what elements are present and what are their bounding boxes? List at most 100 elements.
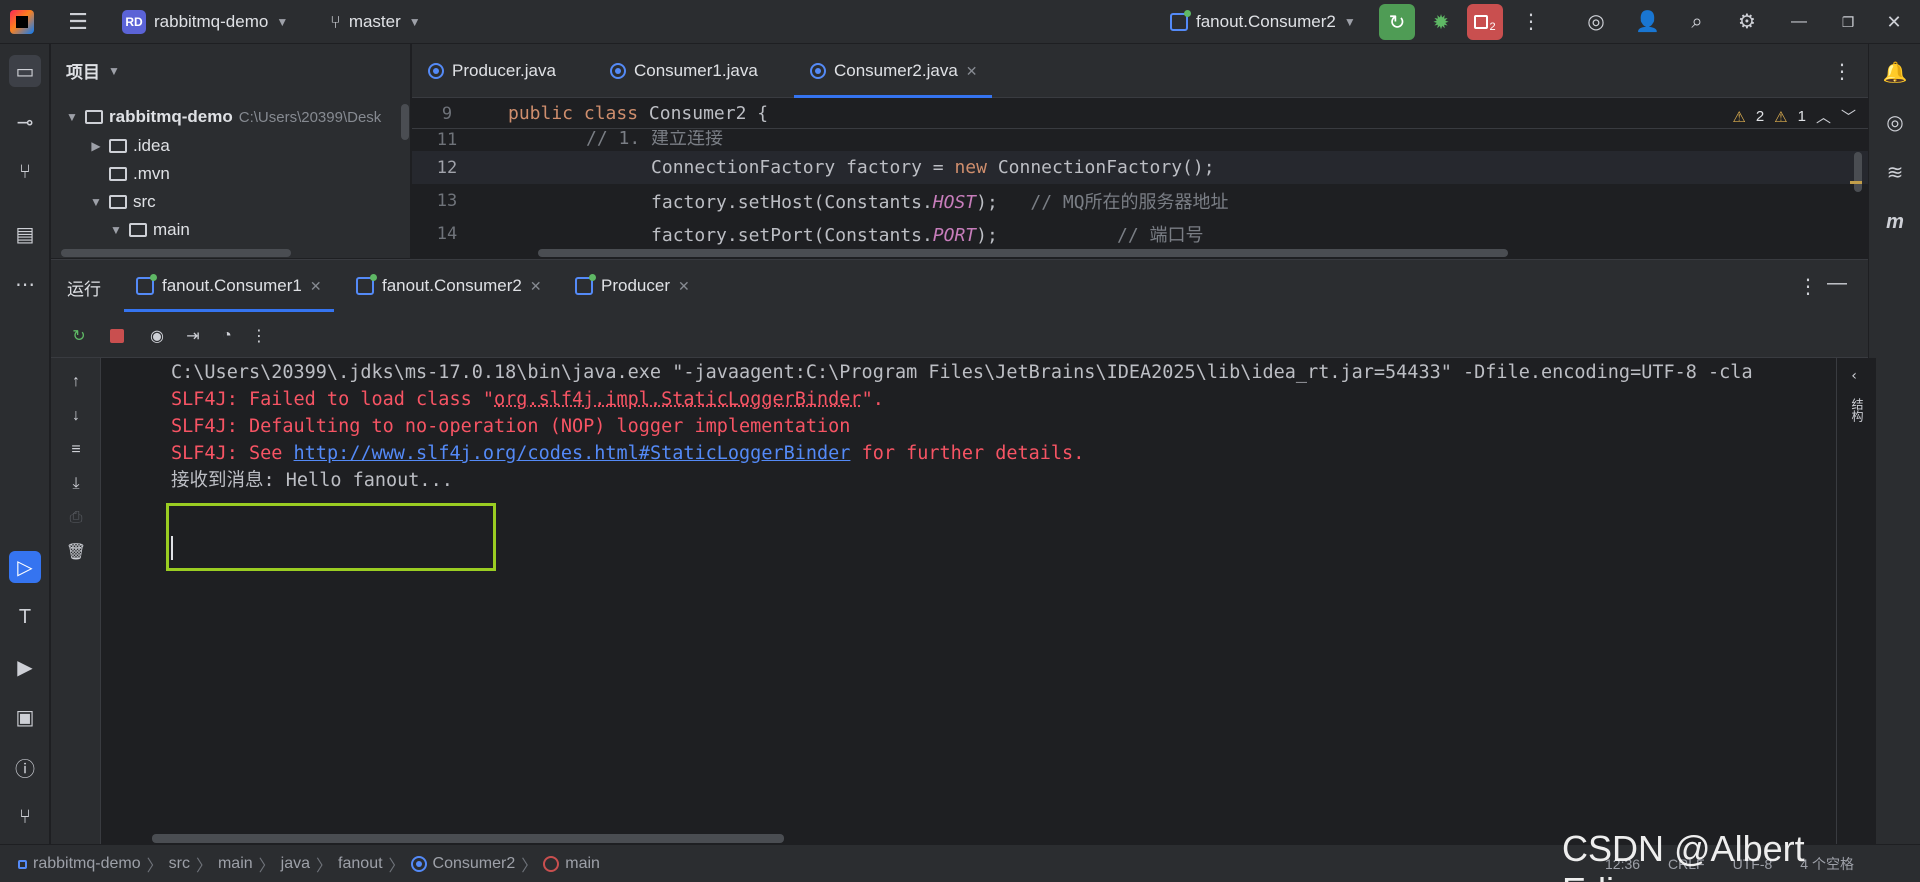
run-options-icon[interactable]: ⋮ [1798, 274, 1818, 299]
stop-count-badge: 2 [1489, 21, 1496, 33]
tree-item-main[interactable]: ▼ main [109, 216, 190, 244]
editor-vscrollbar[interactable] [1854, 152, 1862, 192]
project-switcher[interactable]: RD rabbitmq-demo ▼ [122, 9, 288, 35]
breadcrumb-item[interactable]: main [565, 855, 600, 873]
up-arrow-icon[interactable]: ↑ [64, 370, 88, 394]
console-link[interactable]: http://www.slf4j.org/codes.html#StaticLo… [294, 443, 851, 464]
close-tab-icon[interactable]: ✕ [966, 63, 978, 80]
console-line-error: SLF4J: Defaulting to no-operation (NOP) … [171, 416, 851, 437]
editor-tabs: Producer.java Consumer1.java Consumer2.j… [412, 44, 1868, 98]
breadcrumb-item[interactable]: main [218, 855, 253, 873]
tree-item-path: C:\Users\20399\Desk [238, 108, 382, 126]
ai-chat-icon[interactable]: ◎ [1880, 107, 1910, 137]
java-class-icon [428, 63, 444, 79]
breadcrumb-item[interactable]: Consumer2 [433, 855, 516, 873]
editor-hscrollbar[interactable] [538, 249, 1508, 257]
code-comment: // 端口号 [997, 224, 1204, 246]
more-actions-icon[interactable]: ⋮ [247, 324, 271, 348]
minimize-window-icon[interactable]: — [1787, 10, 1811, 34]
branch-switcher[interactable]: ⑂ master ▼ [330, 9, 421, 35]
project-scrollbar[interactable] [401, 104, 409, 140]
line-number: 9 [441, 103, 453, 124]
notifications-bell-icon[interactable]: 🔔 [1880, 57, 1910, 87]
project-panel-title: 项目 [66, 63, 100, 82]
folder-icon [109, 195, 127, 209]
tab-producer-java[interactable]: Producer.java [428, 44, 556, 98]
run-config-icon [356, 274, 377, 295]
close-tab-icon[interactable]: ✕ [530, 278, 542, 295]
tree-item-idea[interactable]: ▶ .idea [89, 132, 170, 160]
run-panel-title: 运行 [67, 280, 101, 299]
print-icon[interactable]: ⎙ [64, 506, 88, 530]
tree-item-mvn[interactable]: .mvn [109, 160, 170, 188]
close-tab-icon[interactable]: ✕ [678, 278, 690, 295]
line-number: 11 [436, 130, 458, 150]
more-tabs-icon[interactable]: ⋮ [1832, 59, 1852, 84]
add-user-icon[interactable]: 👤 [1635, 10, 1660, 34]
problems-icon[interactable]: ⓘ [9, 751, 41, 783]
breadcrumb-item[interactable]: java [281, 855, 310, 873]
camera-icon[interactable]: ◉ [145, 324, 169, 348]
console-hscrollbar[interactable] [152, 834, 784, 843]
run-configuration-selector[interactable]: fanout.Consumer2 ▼ [1170, 9, 1356, 35]
run-tool-icon[interactable]: ▷ [9, 551, 41, 583]
run-tab-consumer1[interactable]: fanout.Consumer1 ✕ [124, 260, 334, 312]
scroll-to-end-icon[interactable]: ⤓ [64, 472, 88, 496]
chevron-left-icon[interactable]: ‹ [1850, 368, 1858, 384]
previous-highlight-icon[interactable]: ︿ [1816, 106, 1831, 127]
restore-window-icon[interactable]: ❐ [1836, 10, 1860, 34]
watermark-text: CSDN @Albert Edison [1562, 828, 1805, 882]
breadcrumb-item[interactable]: rabbitmq-demo [33, 855, 141, 873]
more-actions-icon[interactable]: ⋮ [1519, 10, 1543, 34]
terminal-icon[interactable]: ▣ [9, 701, 41, 733]
code-editor[interactable]: Producer.java Consumer1.java Consumer2.j… [412, 44, 1868, 258]
main-menu-icon[interactable]: ☰ [66, 10, 90, 34]
stop-icon[interactable] [105, 324, 129, 348]
run-tab-consumer2[interactable]: fanout.Consumer2 ✕ [356, 260, 542, 312]
console-line-received: 接收到消息: Hello fanout... [171, 470, 453, 491]
tab-consumer1-java[interactable]: Consumer1.java [610, 44, 758, 98]
tree-item-root[interactable]: ▼ rabbitmq-demo C:\Users\20399\Desk [65, 103, 381, 131]
services-icon[interactable]: ▶ [9, 651, 41, 683]
build-hammer-icon[interactable]: T [9, 601, 41, 633]
tab-consumer2-java[interactable]: Consumer2.java ✕ [794, 44, 992, 98]
maven-icon[interactable]: m [1880, 207, 1910, 237]
soft-wrap-icon[interactable]: ≡ [64, 438, 88, 462]
down-arrow-icon[interactable]: ↓ [64, 404, 88, 428]
project-folder-icon[interactable]: ▭ [9, 55, 41, 87]
trash-icon[interactable]: 🗑 [64, 540, 88, 564]
ai-assistant-icon[interactable]: ◎ [1584, 10, 1608, 34]
next-highlight-icon[interactable]: ﹀ [1841, 106, 1856, 127]
run-tab-producer[interactable]: Producer ✕ [575, 260, 690, 312]
debug-button[interactable]: ✹ [1423, 4, 1459, 40]
stop-button[interactable]: 2 [1467, 4, 1503, 40]
commit-icon[interactable]: ⊸ [9, 106, 41, 138]
console-output[interactable]: C:\Users\20399\.jdks\ms-17.0.18\bin\java… [101, 358, 1876, 845]
database-icon[interactable]: ≋ [1880, 157, 1910, 187]
tree-item-src[interactable]: ▼ src [89, 188, 156, 216]
sticky-scroll-header[interactable]: 9 public class Consumer2 { [412, 99, 1868, 129]
intellij-logo-icon [10, 10, 34, 34]
pull-requests-icon[interactable]: ⑂ [9, 156, 41, 188]
project-hscrollbar[interactable] [61, 249, 291, 257]
console-class-ref[interactable]: org.slf4j.impl.StaticLoggerBinder [494, 389, 862, 410]
structure-icon[interactable]: ▤ [9, 218, 41, 250]
structure-side-label[interactable]: 结构 [1849, 398, 1866, 422]
code-text: factory.setPort(Constants. [651, 224, 933, 246]
settings-gear-icon[interactable]: ⚙ [1735, 10, 1759, 34]
git-icon[interactable]: ⑂ [9, 801, 41, 833]
rerun-icon[interactable]: ↻ [67, 324, 91, 348]
close-tab-icon[interactable]: ✕ [310, 278, 322, 295]
dump-threads-icon[interactable]: ◔ [215, 324, 239, 348]
code-line[interactable]: 14 factory.setPort(Constants.PORT); // 端… [412, 217, 1868, 250]
breadcrumb-item[interactable]: src [169, 855, 190, 873]
breadcrumb-item[interactable]: fanout [338, 855, 382, 873]
close-window-icon[interactable]: ✕ [1882, 10, 1906, 34]
more-tools-icon[interactable]: ⋯ [9, 268, 41, 300]
inspection-widget[interactable]: ⚠ 2 ⚠ 1 ︿ ﹀ [1732, 106, 1856, 127]
exit-icon[interactable]: ⇥ [181, 324, 205, 348]
rerun-button[interactable]: ↻ [1379, 4, 1415, 40]
search-icon[interactable]: ⌕ [1685, 10, 1709, 34]
hide-panel-icon[interactable]: — [1827, 272, 1847, 295]
project-panel-header[interactable]: 项目 ▼ [66, 58, 120, 83]
